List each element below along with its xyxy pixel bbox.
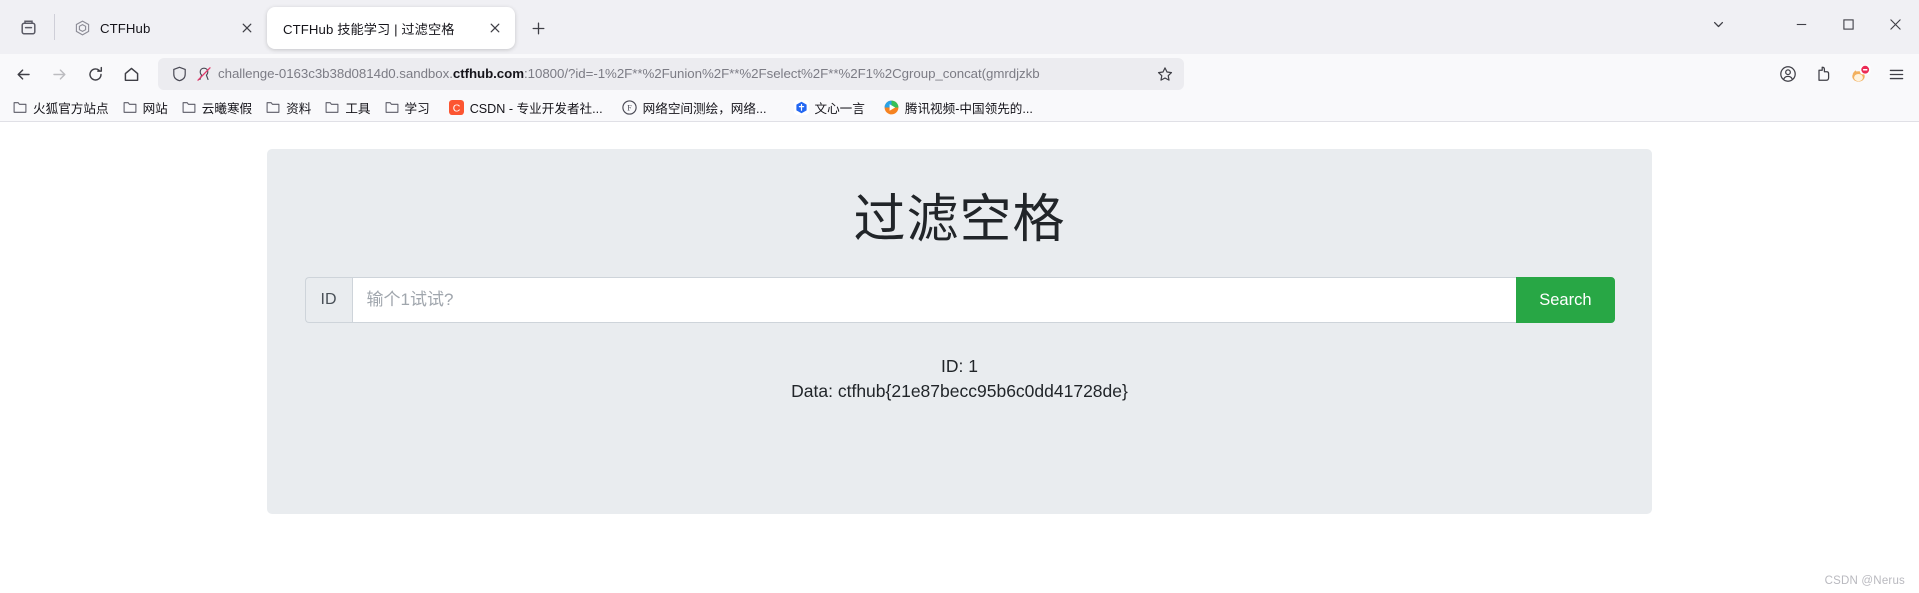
bookmark-item[interactable]: 腾讯视频-中国领先的... xyxy=(878,97,1039,119)
home-button[interactable] xyxy=(114,58,148,90)
id-label-addon: ID xyxy=(304,277,352,324)
folder-icon xyxy=(324,100,340,116)
bookmark-item[interactable]: 网站 xyxy=(116,97,174,119)
bookmark-item[interactable]: C CSDN - 专业开发者社... xyxy=(443,97,609,119)
profile-avatar[interactable] xyxy=(1843,58,1877,90)
ctfhub-logo-icon xyxy=(74,20,91,37)
hamburger-menu-icon[interactable] xyxy=(1879,58,1913,90)
bookmark-label: 工具 xyxy=(345,102,371,116)
close-icon[interactable] xyxy=(483,16,507,40)
firefox-view-button[interactable] xyxy=(6,5,50,49)
navigation-toolbar: challenge-0163c3b38d0814d0.sandbox.ctfhu… xyxy=(0,54,1919,94)
shield-icon[interactable] xyxy=(168,63,190,85)
bookmark-item[interactable]: 学习 xyxy=(378,97,436,119)
yiyan-icon xyxy=(793,100,809,116)
bookmark-label: 网络空间测绘，网络... xyxy=(642,102,767,116)
close-window-button[interactable] xyxy=(1872,0,1919,48)
tab-title: CTFHub xyxy=(100,20,151,36)
page-title: 过滤空格 xyxy=(853,191,1066,249)
bookmark-label: 网站 xyxy=(142,102,168,116)
folder-icon xyxy=(12,100,28,116)
account-icon[interactable] xyxy=(1771,58,1805,90)
url-text[interactable]: challenge-0163c3b38d0814d0.sandbox.ctfhu… xyxy=(218,58,1152,90)
challenge-panel: 过滤空格 ID Search ID: 1 Data: ctfhub{21e87b… xyxy=(267,149,1652,514)
maximize-button[interactable] xyxy=(1825,0,1872,48)
folder-icon xyxy=(181,100,197,116)
new-tab-button[interactable] xyxy=(521,11,555,45)
search-button[interactable]: Search xyxy=(1516,277,1615,324)
fofa-icon: F xyxy=(622,100,638,116)
minimize-button[interactable] xyxy=(1778,0,1825,48)
back-button[interactable] xyxy=(6,58,40,90)
bookmark-item[interactable]: 工具 xyxy=(318,97,376,119)
result-id-line: ID: 1 xyxy=(941,356,978,377)
tab-list: CTFHub CTFHub 技能学习 | 过滤空格 xyxy=(61,0,555,54)
bookmark-label: 腾讯视频-中国领先的... xyxy=(904,102,1033,116)
csdn-icon: C xyxy=(449,100,465,116)
toolbar-right-actions xyxy=(1771,58,1913,90)
browser-window: CTFHub CTFHub 技能学习 | 过滤空格 challenge-0163… xyxy=(0,0,1919,593)
search-form: ID Search xyxy=(304,277,1615,324)
tencent-video-icon xyxy=(884,100,900,116)
bookmark-item[interactable]: 云曦寒假 xyxy=(175,97,258,119)
svg-text:F: F xyxy=(627,104,632,113)
list-all-tabs-button[interactable] xyxy=(1700,9,1736,39)
bookmark-item[interactable]: 文心一言 xyxy=(787,97,870,119)
svg-text:C: C xyxy=(453,102,461,114)
bookmark-label: 云曦寒假 xyxy=(201,102,253,116)
tab-ctfhub[interactable]: CTFHub xyxy=(61,7,267,49)
extensions-icon[interactable] xyxy=(1807,58,1841,90)
window-controls xyxy=(1700,0,1919,48)
folder-icon xyxy=(265,100,281,116)
folder-icon xyxy=(122,100,138,116)
bookmark-label: 文心一言 xyxy=(814,102,865,116)
url-host: ctfhub.com xyxy=(452,66,524,81)
folder-icon xyxy=(384,100,400,116)
bookmark-label: 火狐官方站点 xyxy=(33,102,109,116)
tracking-protection-off-icon[interactable] xyxy=(193,63,215,85)
result-data-line: Data: ctfhub{21e87becc95b6c0dd41728de} xyxy=(791,381,1128,402)
bookmarks-bar: 火狐官方站点 网站 云曦寒假 资料 工具 学习 C CSDN - 专业开发者社.… xyxy=(0,94,1919,122)
bookmark-item[interactable]: 火狐官方站点 xyxy=(6,97,115,119)
address-bar[interactable]: challenge-0163c3b38d0814d0.sandbox.ctfhu… xyxy=(158,58,1184,90)
tab-title: CTFHub 技能学习 | 过滤空格 xyxy=(283,21,455,37)
id-search-input[interactable] xyxy=(351,277,1517,324)
query-result: ID: 1 Data: ctfhub{21e87becc95b6c0dd4172… xyxy=(267,354,1652,404)
tab-ctfhub-skill-learning[interactable]: CTFHub 技能学习 | 过滤空格 xyxy=(267,7,515,49)
reload-button[interactable] xyxy=(78,58,112,90)
forward-button[interactable] xyxy=(42,58,76,90)
close-icon[interactable] xyxy=(235,16,259,40)
tabstrip-divider xyxy=(54,14,55,40)
page-viewport: 过滤空格 ID Search ID: 1 Data: ctfhub{21e87b… xyxy=(0,122,1919,593)
bookmark-label: 资料 xyxy=(286,102,312,116)
bookmark-item[interactable]: F 网络空间测绘，网络... xyxy=(616,97,773,119)
url-suffix: :10800/?id=-1%2F**%2Funion%2F**%2Fselect… xyxy=(524,66,1040,81)
bookmark-label: 学习 xyxy=(404,102,430,116)
star-icon[interactable] xyxy=(1152,61,1178,87)
watermark: CSDN @Nerus xyxy=(1824,575,1905,587)
bookmark-label: CSDN - 专业开发者社... xyxy=(469,102,603,116)
url-prefix: challenge-0163c3b38d0814d0.sandbox. xyxy=(218,66,453,81)
tab-strip: CTFHub CTFHub 技能学习 | 过滤空格 xyxy=(0,0,1919,54)
bookmark-item[interactable]: 资料 xyxy=(259,97,317,119)
